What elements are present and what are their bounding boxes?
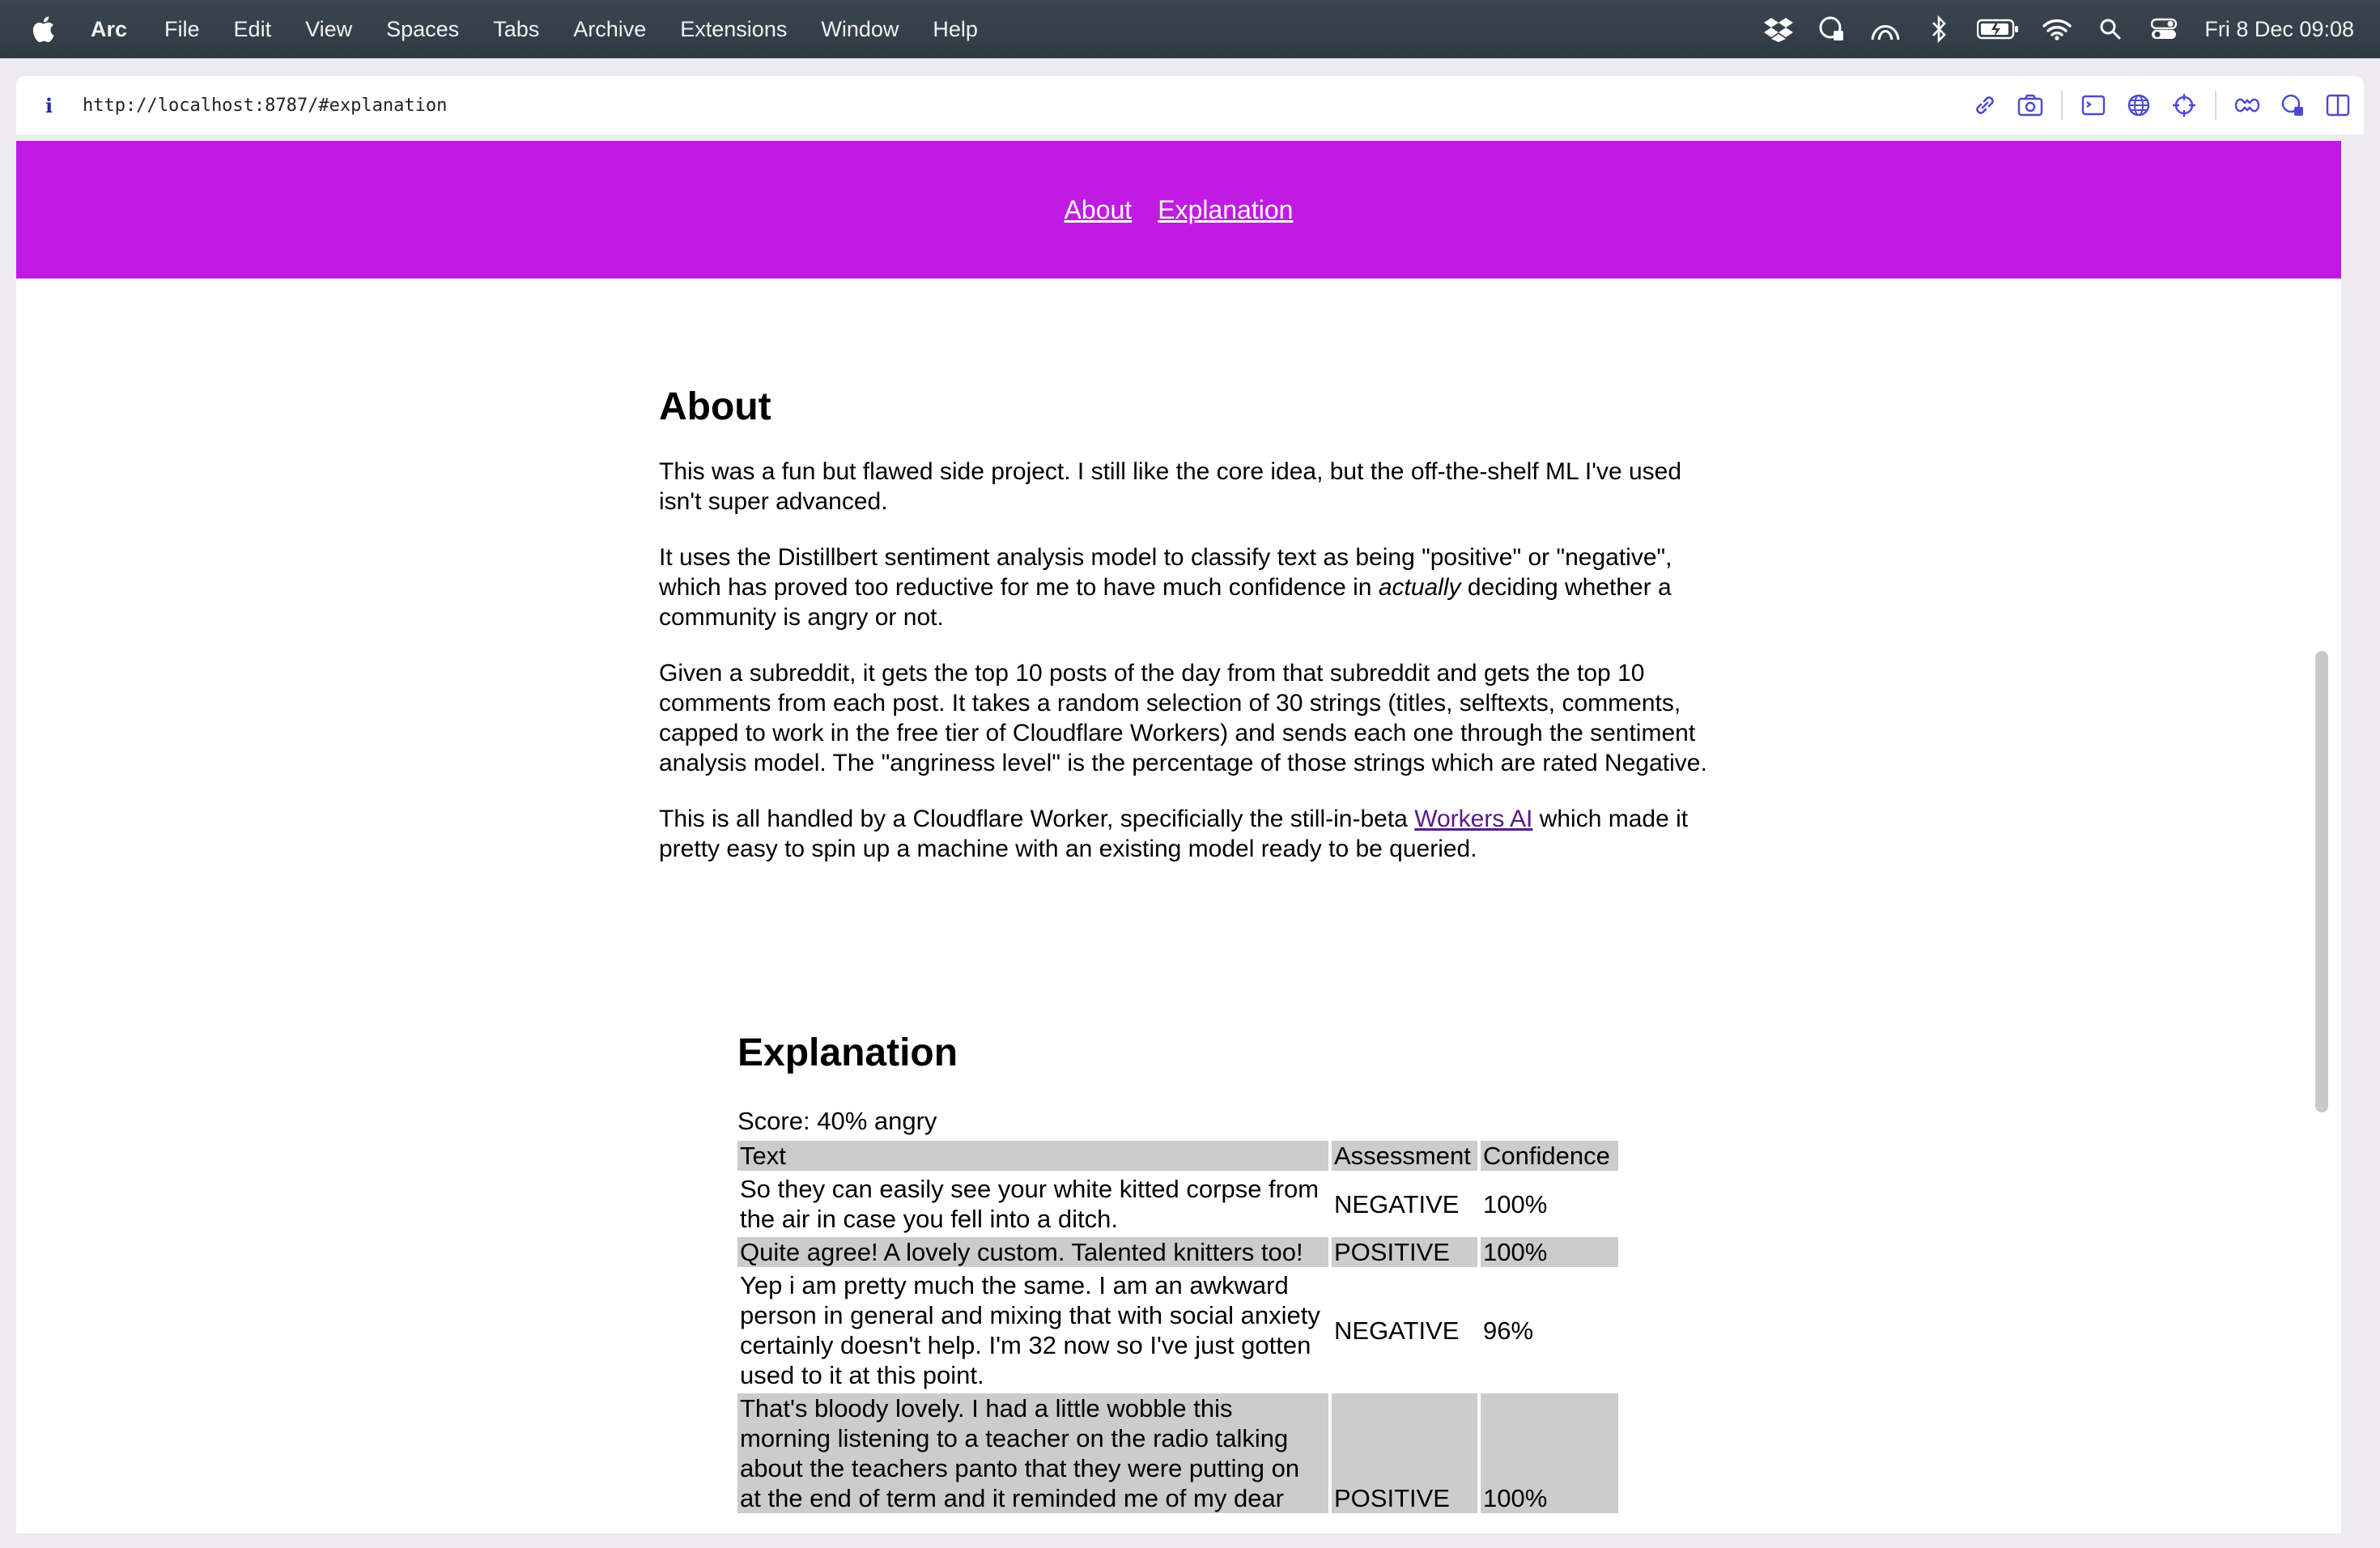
about-paragraph-4: This is all handled by a Cloudflare Work…	[659, 804, 1711, 864]
results-table: Text Assessment Confidence So they can e…	[734, 1138, 1621, 1516]
search-icon[interactable]	[2094, 13, 2127, 45]
battery-icon[interactable]	[1976, 13, 2020, 45]
table-row: That's bloody lovely. I had a little wob…	[737, 1393, 1618, 1513]
capture-icon[interactable]	[2016, 91, 2045, 120]
apple-logo-icon[interactable]	[31, 15, 55, 43]
url-text[interactable]: http://localhost:8787/#explanation	[83, 96, 447, 116]
table-row: Quite agree! A lovely custom. Talented k…	[737, 1237, 1618, 1267]
about-section: About This was a fun but flawed side pro…	[659, 384, 1711, 890]
menu-app-arc[interactable]: Arc	[91, 17, 127, 42]
about-paragraph-2: It uses the Distillbert sentiment analys…	[659, 542, 1711, 632]
console-icon[interactable]	[2079, 91, 2108, 120]
menu-extensions[interactable]: Extensions	[680, 17, 787, 42]
menu-help[interactable]: Help	[933, 17, 978, 42]
menu-view[interactable]: View	[305, 17, 352, 42]
bluetooth-icon[interactable]	[1923, 13, 1955, 45]
privacy-status-icon[interactable]	[1816, 13, 1848, 45]
column-header-text: Text	[737, 1141, 1328, 1171]
row-text: So they can easily see your white kitted…	[740, 1175, 1320, 1233]
rainbow-arc-icon[interactable]	[1869, 13, 1902, 45]
about-paragraph-3: Given a subreddit, it gets the top 10 po…	[659, 660, 1707, 776]
nav-link-explanation[interactable]: Explanation	[1158, 195, 1293, 225]
table-row: Yep i am pretty much the same. I am an a…	[737, 1270, 1618, 1390]
workers-ai-link[interactable]: Workers AI	[1414, 806, 1532, 832]
row-text: That's bloody lovely. I had a little wob…	[737, 1393, 1328, 1513]
toolbar-divider	[2215, 91, 2216, 120]
score-text: Score: 40% angry	[737, 1107, 937, 1135]
row-assessment: NEGATIVE	[1334, 1316, 1460, 1345]
toolbar	[1954, 76, 2352, 134]
explanation-heading: Explanation	[737, 1031, 958, 1074]
privacy-extension-icon[interactable]	[2278, 91, 2307, 120]
network-globe-icon[interactable]	[2124, 91, 2153, 120]
target-icon[interactable]	[2170, 91, 2199, 120]
column-header-assessment: Assessment	[1332, 1141, 1477, 1171]
dropbox-icon[interactable]	[1762, 13, 1795, 45]
menu-edit[interactable]: Edit	[234, 17, 272, 42]
about-heading: About	[659, 385, 771, 428]
browser-window: i http://localhost:8787/#explanation Abo…	[0, 58, 2380, 1548]
menu-bar: Arc File Edit View Spaces Tabs Archive E…	[0, 0, 2380, 58]
menubar-clock[interactable]: Fri 8 Dec 09:08	[2204, 17, 2354, 42]
page-scrollbar[interactable]	[2315, 651, 2328, 1112]
toolbar-divider	[2061, 91, 2063, 120]
site-header: About Explanation	[16, 141, 2341, 279]
nav-link-about[interactable]: About	[1065, 195, 1133, 225]
menu-file[interactable]: File	[164, 17, 200, 42]
site-info-icon[interactable]: i	[45, 94, 62, 117]
row-assessment: POSITIVE	[1332, 1393, 1477, 1513]
row-assessment: POSITIVE	[1332, 1237, 1477, 1267]
row-assessment: NEGATIVE	[1334, 1189, 1460, 1218]
row-text: Yep i am pretty much the same. I am an a…	[740, 1271, 1320, 1389]
page-content: About Explanation About This was a fun b…	[16, 141, 2341, 1533]
wifi-icon[interactable]	[2041, 13, 2073, 45]
control-center-icon[interactable]	[2148, 13, 2180, 45]
extensions-icon[interactable]	[2233, 91, 2262, 120]
row-confidence: 100%	[1483, 1189, 1548, 1218]
menu-tabs[interactable]: Tabs	[493, 17, 539, 42]
menu-spaces[interactable]: Spaces	[386, 17, 459, 42]
about-p4-text: This is all handled by a Cloudflare Work…	[659, 806, 1415, 832]
menu-archive[interactable]: Archive	[573, 17, 646, 42]
row-confidence: 100%	[1481, 1393, 1618, 1513]
row-text: Quite agree! A lovely custom. Talented k…	[737, 1237, 1328, 1267]
row-confidence: 96%	[1483, 1316, 1534, 1345]
row-confidence: 100%	[1481, 1237, 1618, 1267]
explanation-section: Explanation Score: 40% angry Text Assess…	[737, 1030, 1628, 1516]
sidebar-toggle-icon[interactable]	[2323, 91, 2352, 120]
table-header-row: Text Assessment Confidence	[737, 1141, 1618, 1171]
column-header-confidence: Confidence	[1481, 1141, 1618, 1171]
about-p2-emphasis: actually	[1378, 574, 1461, 601]
menu-window[interactable]: Window	[821, 17, 899, 42]
table-row: So they can easily see your white kitted…	[737, 1174, 1618, 1234]
copy-link-icon[interactable]	[1970, 91, 2000, 120]
address-bar: i http://localhost:8787/#explanation	[16, 76, 2364, 134]
about-paragraph-1: This was a fun but flawed side project. …	[659, 458, 1682, 515]
